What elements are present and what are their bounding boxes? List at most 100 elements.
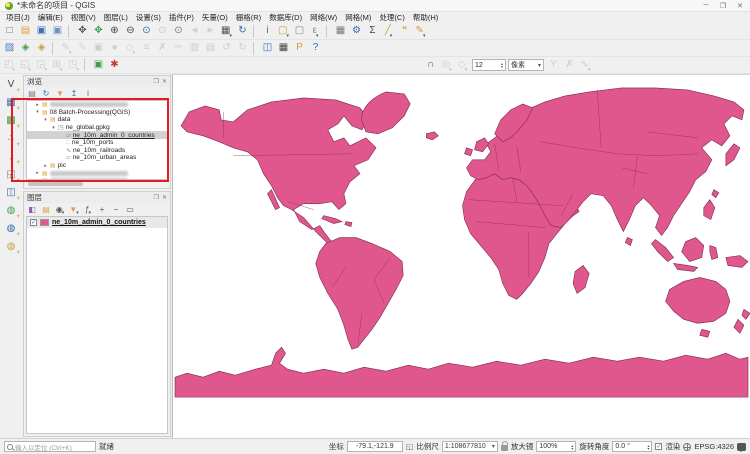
topological-editing-button[interactable]: Y xyxy=(546,58,561,73)
metasearch-button[interactable]: ▦ xyxy=(276,41,291,56)
add-wfs-layer-button[interactable]: ◍ xyxy=(3,239,19,254)
select-features-button[interactable]: ▢▾ xyxy=(276,24,291,39)
spinner-arrows-icon[interactable]: ▴▾ xyxy=(571,444,573,450)
processing-toolbox-button[interactable]: ⚙ xyxy=(349,24,364,39)
properties-widget-button[interactable]: i xyxy=(82,88,94,100)
add-group-button[interactable]: ▤ xyxy=(40,204,52,216)
tree-item-redacted[interactable]: ▸ ▤ xyxy=(27,101,167,109)
copy-features-button[interactable]: ▥ xyxy=(187,41,202,56)
new-map-view-button[interactable]: ▦▾ xyxy=(219,24,234,39)
expander-icon[interactable]: ▾ xyxy=(35,109,40,115)
expander-icon[interactable]: ▸ xyxy=(35,170,40,176)
coordinate-input[interactable]: -79.1,-121.9 xyxy=(347,441,403,452)
panel-float-icon[interactable] xyxy=(154,78,159,85)
menu-item[interactable]: 矢量(O) xyxy=(198,12,232,23)
close-button[interactable] xyxy=(735,2,745,10)
delete-selected-button[interactable]: ✗ xyxy=(155,41,170,56)
zoom-to-layer-button[interactable]: ⊙ xyxy=(171,24,186,39)
panel-close-icon[interactable] xyxy=(162,194,167,201)
zoom-to-selection-button[interactable]: ⊙ xyxy=(155,24,170,39)
add-mesh-layer-button[interactable]: ▩ xyxy=(3,113,19,128)
zoom-in-button[interactable]: ⊕ xyxy=(107,24,122,39)
panel-float-icon[interactable] xyxy=(154,194,159,201)
menu-item[interactable]: 帮助(H) xyxy=(409,12,442,23)
redo-button[interactable]: ↻ xyxy=(235,41,250,56)
spinner-arrows-icon[interactable]: ▴▾ xyxy=(501,62,503,68)
tree-item-layer[interactable]: ∿ ne_10m_railroads xyxy=(27,147,167,155)
digitize-circle-button[interactable]: ◰▾ xyxy=(2,58,17,73)
undo-button[interactable]: ↺ xyxy=(219,41,234,56)
tree-item-folder[interactable]: ▸ ▤ pic xyxy=(27,162,167,170)
maximize-button[interactable] xyxy=(718,2,728,10)
add-raster-layer-button[interactable]: ▦ xyxy=(3,95,19,110)
add-feature-button[interactable]: ● xyxy=(107,41,122,56)
filter-by-expression-button[interactable]: ƒ▾ xyxy=(82,204,94,216)
snap-type-button[interactable]: ◇▾ xyxy=(455,58,470,73)
menu-item[interactable]: 设置(S) xyxy=(132,12,165,23)
open-layer-styling-button[interactable]: ◧ xyxy=(26,204,38,216)
refresh-browser-button[interactable]: ↻ xyxy=(40,88,52,100)
crs-globe-icon[interactable] xyxy=(683,443,691,451)
zoom-full-button[interactable]: ⊙ xyxy=(139,24,154,39)
add-wcs-layer-button[interactable]: ◍ xyxy=(3,221,19,236)
digitize-polygon-button[interactable]: ⊞▾ xyxy=(50,58,65,73)
menu-item[interactable]: 编辑(E) xyxy=(34,12,67,23)
menu-item[interactable]: 插件(P) xyxy=(165,12,198,23)
map-tips-button[interactable]: ❝ xyxy=(397,24,412,39)
db-manager-button[interactable]: ◫ xyxy=(260,41,275,56)
add-selected-layers-button[interactable]: ▤ xyxy=(26,88,38,100)
open-project-button[interactable]: ▤ xyxy=(18,24,33,39)
add-postgis-layer-button[interactable]: ◫ xyxy=(3,185,19,200)
add-vector-layer-button[interactable]: V xyxy=(3,77,19,92)
crs-status[interactable]: EPSG:4326 xyxy=(694,442,734,451)
zoom-next-button[interactable]: ► xyxy=(203,24,218,39)
modify-attributes-button[interactable]: ≡ xyxy=(139,41,154,56)
menu-item[interactable]: 视图(V) xyxy=(67,12,100,23)
menu-item[interactable]: 处理(C) xyxy=(375,12,408,23)
python-button[interactable]: P xyxy=(292,41,307,56)
cut-features-button[interactable]: ✂ xyxy=(171,41,186,56)
lock-icon[interactable] xyxy=(501,445,508,451)
remove-layer-button[interactable]: ▭ xyxy=(124,204,136,216)
scale-combobox[interactable]: 1:108677810 xyxy=(442,441,498,452)
add-delimited-text-layer-button[interactable]: , xyxy=(3,149,19,164)
rotation-spinbox[interactable]: 0.0 ° ▴▾ xyxy=(612,441,652,452)
toggle-editing-button[interactable]: ✎ xyxy=(75,41,90,56)
scrollbar-thumb[interactable] xyxy=(28,182,83,186)
locator-search-input[interactable]: 输入以定位 (Ctrl+K) xyxy=(4,441,96,452)
menu-item[interactable]: 图层(L) xyxy=(100,12,132,23)
spinner-arrows-icon[interactable]: ▴▾ xyxy=(647,444,649,450)
digitize-curve-button[interactable]: ◳▾ xyxy=(66,58,81,73)
manage-map-themes-button[interactable]: ◉▾ xyxy=(54,204,66,216)
snapping-tolerance-spinbox[interactable]: 12 ▴▾ xyxy=(472,59,506,71)
filter-browser-button[interactable]: ▼ xyxy=(54,88,66,100)
menu-item[interactable]: 数据库(D) xyxy=(265,12,306,23)
pan-to-selection-button[interactable]: ✥ xyxy=(91,24,106,39)
browser-horizontal-scrollbar[interactable] xyxy=(26,180,168,186)
snap-on-intersection-button[interactable]: ✗ xyxy=(562,58,577,73)
layer-visibility-checkbox[interactable] xyxy=(30,219,37,226)
pan-map-button[interactable]: ✥ xyxy=(75,24,90,39)
tree-item-layer[interactable]: ▱ ne_10m_admin_0_countries xyxy=(27,131,167,139)
statistics-button[interactable]: Σ xyxy=(365,24,380,39)
paste-features-button[interactable]: ▤ xyxy=(203,41,218,56)
tree-item-folder[interactable]: ▾ ▤ data xyxy=(27,116,167,124)
extents-icon[interactable] xyxy=(406,442,414,451)
new-geopackage-button[interactable]: ◈ xyxy=(18,41,33,56)
annotation-button[interactable]: ✎▾ xyxy=(413,24,428,39)
plugin-manager-button[interactable]: ✱ xyxy=(107,58,122,73)
help-button[interactable]: ? xyxy=(308,41,323,56)
vertex-tool-button[interactable]: ◇▾ xyxy=(123,41,138,56)
menu-item[interactable]: 栅格(R) xyxy=(232,12,265,23)
render-checkbox[interactable] xyxy=(655,443,662,450)
collapse-all-button[interactable]: ↥ xyxy=(68,88,80,100)
expander-icon[interactable]: ▾ xyxy=(51,125,56,131)
save-layer-edits-button[interactable]: ▣ xyxy=(91,41,106,56)
magnifier-spinbox[interactable]: 100% ▴▾ xyxy=(536,441,576,452)
map-canvas[interactable] xyxy=(172,74,750,438)
add-spatialite-layer-button[interactable]: ◱ xyxy=(3,167,19,182)
python-console-toggle-button[interactable]: ▣ xyxy=(91,58,106,73)
expander-icon[interactable]: ▸ xyxy=(43,163,48,169)
new-project-button[interactable]: □ xyxy=(2,24,17,39)
tree-item-folder[interactable]: ▾ ▤ 08 Batch-Processing(QGIS) xyxy=(27,109,167,117)
